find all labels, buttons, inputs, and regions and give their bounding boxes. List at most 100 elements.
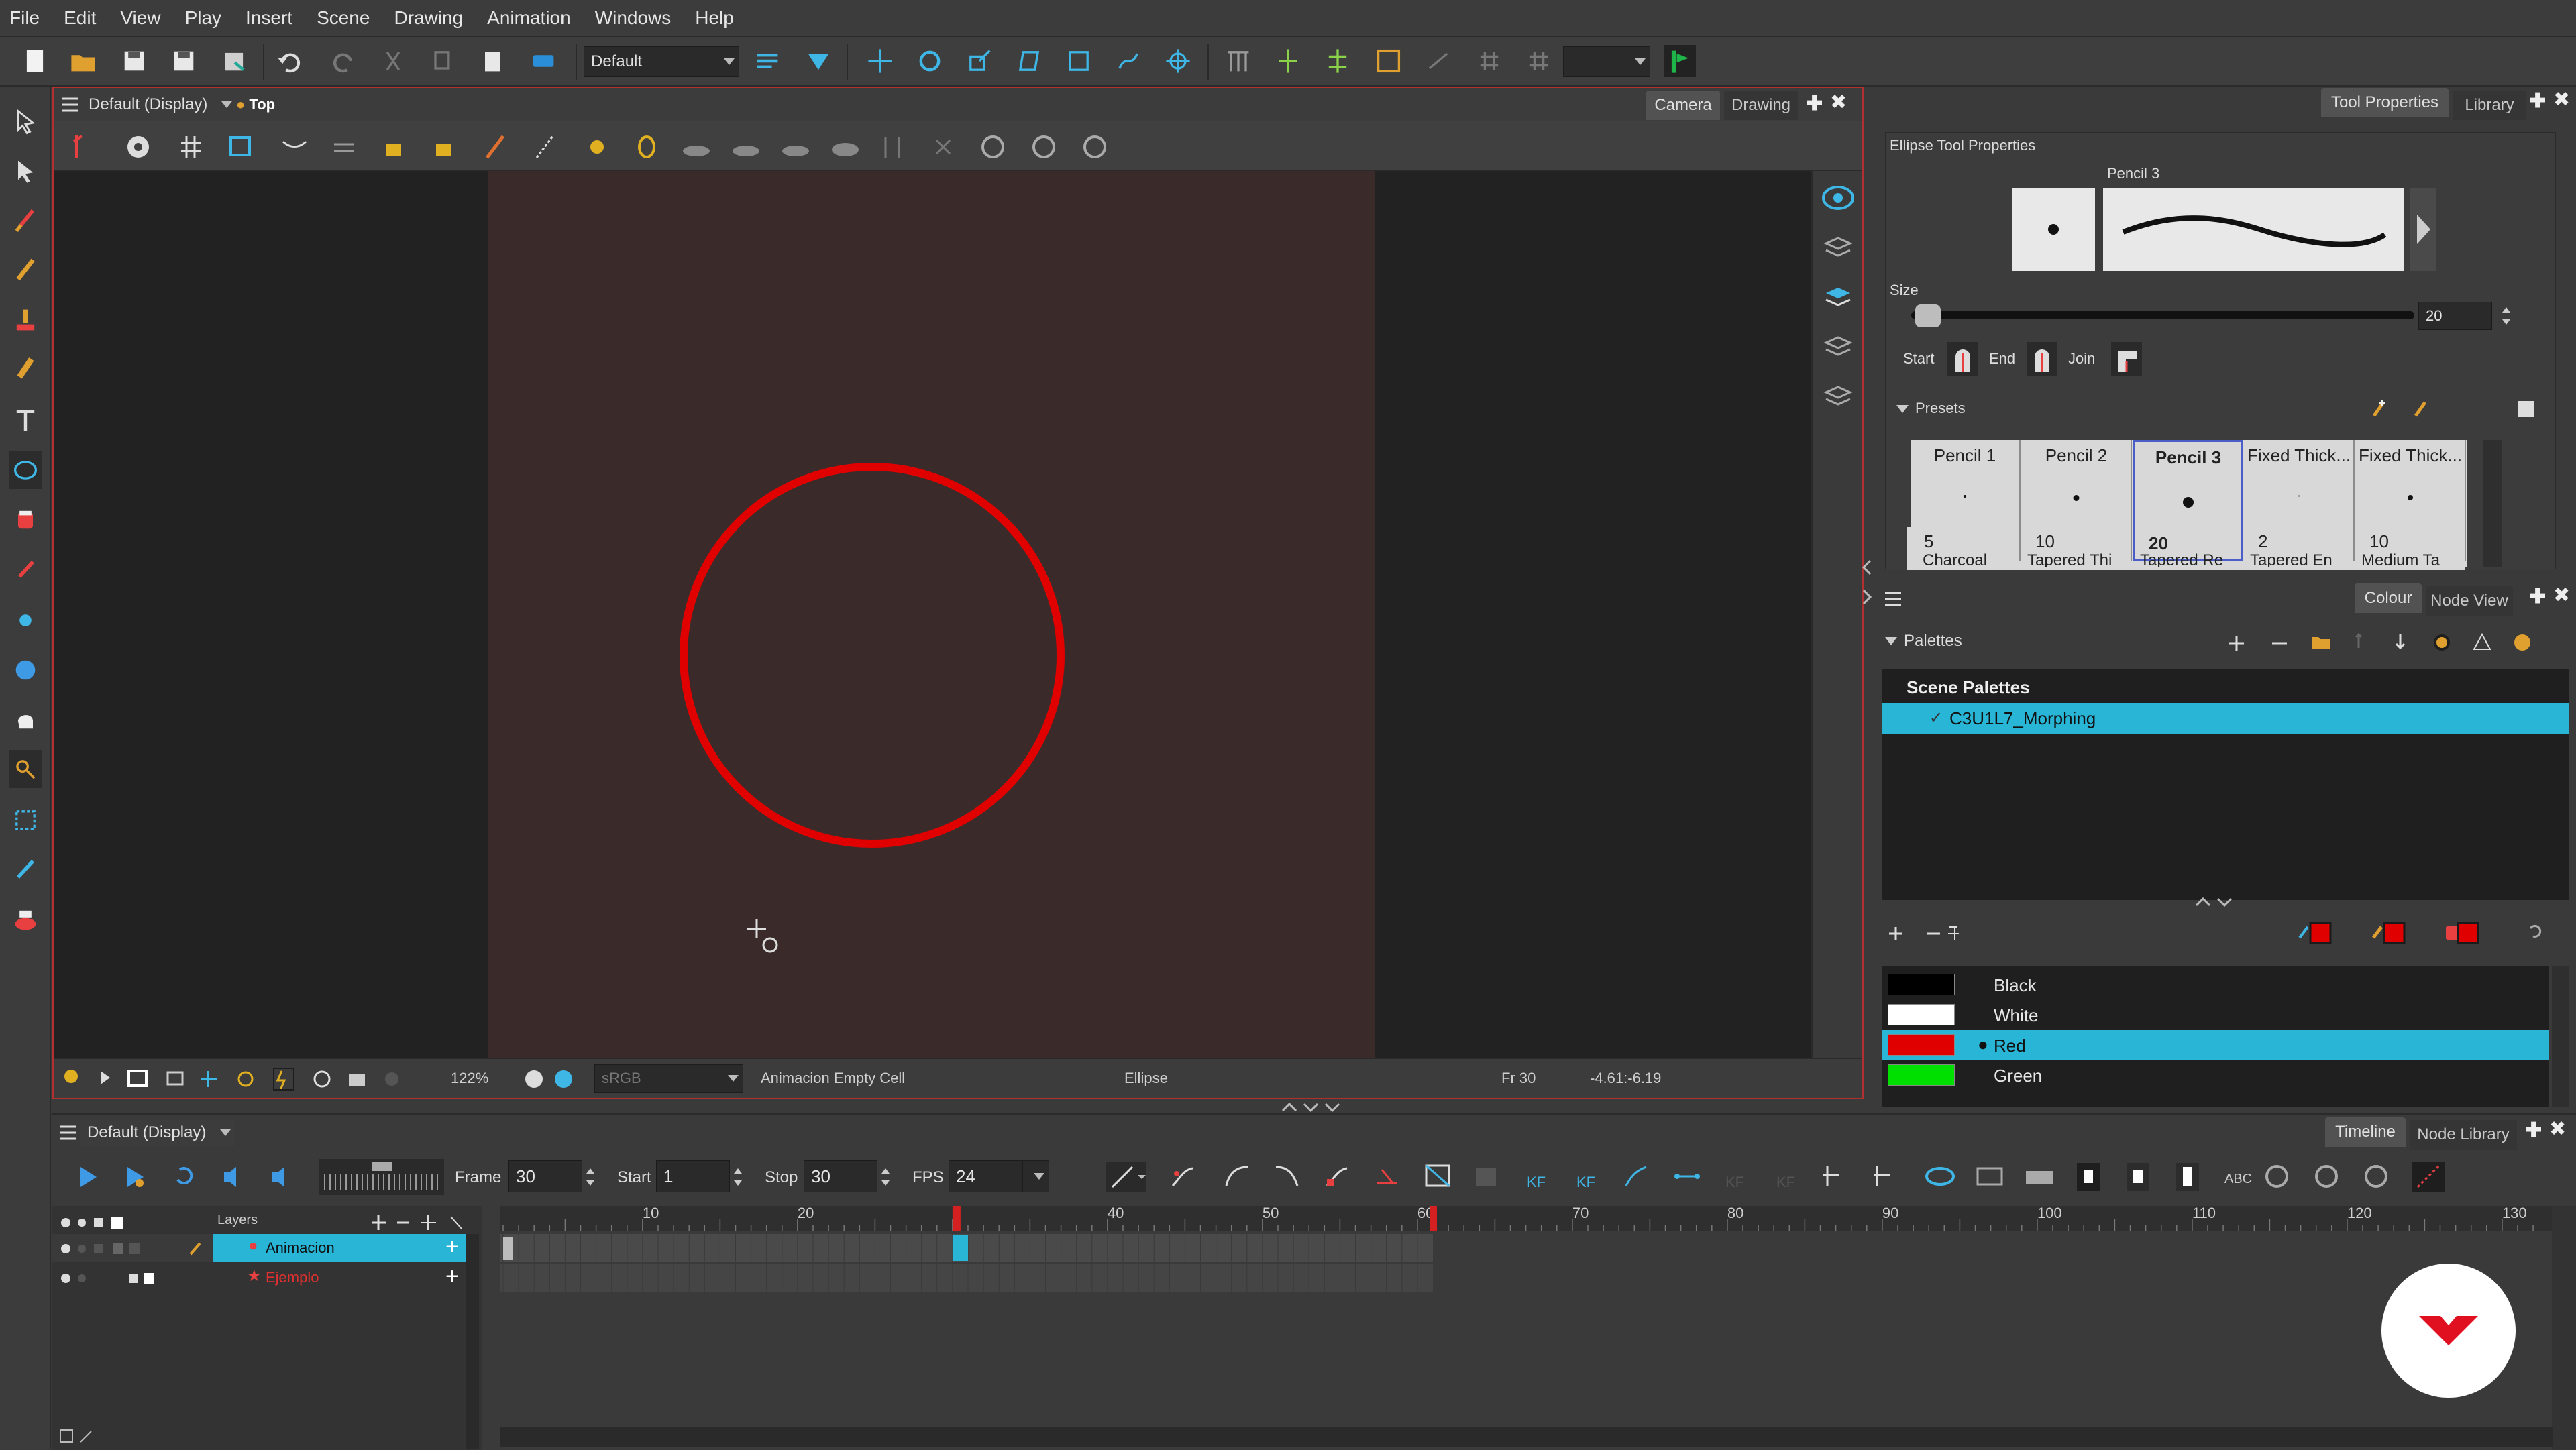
- timeline-frames-area[interactable]: 10 20 40 50 60 70 80 90 100 110 120 130: [500, 1206, 2553, 1450]
- select-tool-icon[interactable]: [9, 103, 42, 140]
- current-colour-swatches[interactable]: [2294, 917, 2576, 948]
- copy-icon[interactable]: [427, 45, 459, 77]
- tab-node-view[interactable]: Node View: [2426, 586, 2513, 616]
- add-panel-icon[interactable]: ✚: [2529, 585, 2546, 608]
- paint-bucket-icon[interactable]: [9, 501, 42, 539]
- add-panel-icon[interactable]: ✚: [2525, 1119, 2542, 1142]
- playback-controls[interactable]: [72, 1160, 341, 1194]
- layer-stack-3-icon[interactable]: [1822, 380, 1854, 412]
- preset-pencil-1[interactable]: Pencil 1 5: [1911, 440, 2021, 561]
- paint-tool-icon[interactable]: [9, 301, 42, 339]
- menu-help[interactable]: Help: [695, 7, 734, 29]
- layer-name-cell[interactable]: ● Animacion +: [213, 1234, 471, 1262]
- layer-column-icons[interactable]: [59, 1214, 140, 1231]
- drawing-canvas[interactable]: [488, 171, 1375, 1058]
- cut-icon[interactable]: [377, 45, 409, 77]
- contour-editor-icon[interactable]: [9, 152, 42, 190]
- hand-tool-icon[interactable]: [9, 701, 42, 738]
- text-tool-icon[interactable]: [9, 402, 42, 439]
- preset-row2-name[interactable]: Tapered Thi: [2027, 551, 2112, 567]
- tab-library[interactable]: Library: [2453, 91, 2526, 120]
- paste-icon[interactable]: [476, 45, 508, 77]
- layer-row-toggles[interactable]: [59, 1270, 166, 1286]
- size-input[interactable]: 20: [2418, 302, 2492, 330]
- open-folder-icon[interactable]: [67, 45, 99, 77]
- tab-timeline[interactable]: Timeline: [2325, 1117, 2406, 1147]
- stroke-tool-icon[interactable]: [9, 851, 42, 889]
- zoom-tool-icon[interactable]: [9, 651, 42, 689]
- timeline-view-select[interactable]: Default (Display): [80, 1120, 235, 1146]
- tab-camera[interactable]: Camera: [1646, 91, 1720, 120]
- brush-tool-icon[interactable]: [9, 202, 42, 239]
- menu-view[interactable]: View: [120, 7, 160, 29]
- light-table-icon[interactable]: [1822, 281, 1854, 313]
- current-cell[interactable]: [952, 1235, 968, 1261]
- menu-insert[interactable]: Insert: [246, 7, 292, 29]
- menu-play[interactable]: Play: [185, 7, 221, 29]
- palette-actions-icons[interactable]: [2227, 628, 2563, 657]
- add-panel-icon[interactable]: ✚: [2529, 89, 2546, 113]
- skew-tool-icon[interactable]: [1013, 45, 1045, 77]
- panel-menu-icon[interactable]: [60, 96, 79, 113]
- colour-space-select[interactable]: sRGB: [594, 1064, 743, 1093]
- preset-pencil-3[interactable]: Pencil 3 20: [2133, 440, 2243, 561]
- layers-footer-icons[interactable]: [59, 1427, 99, 1446]
- layer-row-ejemplo[interactable]: ★ Ejemplo +: [52, 1264, 471, 1292]
- layer-row-toggles[interactable]: [59, 1241, 207, 1257]
- timeline-toolbar-icons[interactable]: KF KF KF KF ABC: [1106, 1159, 2528, 1195]
- fps-input[interactable]: 24: [949, 1160, 1022, 1192]
- workspace-select[interactable]: Default: [584, 46, 739, 77]
- pencil-tool-icon[interactable]: [9, 252, 42, 289]
- envelope-tool-icon[interactable]: [1373, 45, 1405, 77]
- view-toolbar-icons[interactable]: [67, 131, 1154, 163]
- eraser-tool-icon[interactable]: [9, 351, 42, 388]
- pivot-tool-icon[interactable]: [9, 602, 42, 639]
- menu-windows[interactable]: Windows: [595, 7, 672, 29]
- menu-drawing[interactable]: Drawing: [394, 7, 463, 29]
- morphing-tool-icon[interactable]: [9, 750, 42, 788]
- camera-stage[interactable]: [54, 171, 1811, 1058]
- preset-expand-button[interactable]: [2410, 188, 2436, 271]
- spline-offset-icon[interactable]: [1112, 45, 1144, 77]
- colour-row-red[interactable]: ● Red: [1882, 1030, 2549, 1060]
- colour-row-green[interactable]: Green: [1882, 1060, 2553, 1091]
- presets-scrollbar[interactable]: [2483, 440, 2502, 567]
- end-cap-select[interactable]: [2027, 342, 2057, 376]
- new-scene-icon[interactable]: [19, 45, 51, 77]
- stop-input[interactable]: 30: [804, 1160, 877, 1192]
- tab-tool-properties[interactable]: Tool Properties: [2321, 88, 2449, 117]
- onion-skin-icon[interactable]: [1819, 182, 1857, 214]
- size-slider-track[interactable]: [1911, 311, 2414, 319]
- size-spin-icon[interactable]: [2500, 302, 2512, 330]
- layer-stack-icon[interactable]: [1822, 231, 1854, 264]
- preset-row2-name[interactable]: Charcoal: [1923, 551, 1987, 567]
- zoom-level[interactable]: 122%: [451, 1070, 488, 1087]
- bone-tool-icon[interactable]: [1272, 45, 1304, 77]
- timeline-horizontal-scrollbar[interactable]: [500, 1427, 2553, 1447]
- import-icon[interactable]: [219, 45, 251, 77]
- close-panel-icon[interactable]: ✖: [1830, 91, 1847, 114]
- layer-actions-icons[interactable]: [370, 1213, 471, 1233]
- tab-node-library[interactable]: Node Library: [2410, 1120, 2517, 1150]
- undo-icon[interactable]: [274, 45, 306, 77]
- palette-splitter-handle[interactable]: [2191, 895, 2251, 909]
- preset-pencil-2[interactable]: Pencil 2 10: [2022, 440, 2132, 561]
- colour-add-remove-icons[interactable]: [1882, 922, 1963, 946]
- workspace-save-icon[interactable]: [802, 45, 835, 77]
- maintain-size-icon[interactable]: [1063, 45, 1095, 77]
- layer-row-animacion[interactable]: ● Animacion +: [52, 1234, 471, 1262]
- ellipse-tool-icon[interactable]: [9, 451, 42, 489]
- menu-edit[interactable]: Edit: [64, 7, 96, 29]
- colour-row-black[interactable]: Black: [1882, 970, 2553, 1000]
- preset-row2-name[interactable]: Tapered En: [2250, 551, 2332, 567]
- ink-pot-icon[interactable]: [9, 901, 42, 938]
- frame-ruler-and-cells[interactable]: 10 20 40 50 60 70 80 90 100 110 120 130: [500, 1206, 2553, 1450]
- add-layer-icon[interactable]: +: [445, 1234, 459, 1260]
- workspace-manager-icon[interactable]: [751, 45, 784, 77]
- stop-marker[interactable]: [1430, 1206, 1437, 1231]
- close-tool-properties-icon[interactable]: ✖: [2553, 88, 2570, 111]
- kinematic-output-icon[interactable]: [1322, 45, 1354, 77]
- colour-panel-menu-icon[interactable]: [1884, 590, 1902, 608]
- first-cell-marker[interactable]: [503, 1237, 513, 1260]
- stop-spin-icon[interactable]: [879, 1162, 892, 1192]
